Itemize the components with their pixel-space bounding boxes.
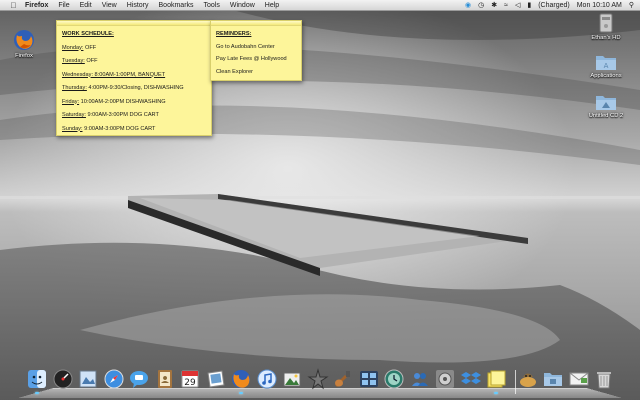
dock-item-iphoto[interactable] [281, 368, 303, 390]
dock-item-photo[interactable] [205, 368, 227, 390]
imovie-icon [306, 368, 329, 390]
desktop-icon-label: Firefox [15, 53, 33, 59]
sticky-note-work-schedule[interactable]: WORK SCHEDULE: Monday: OFF Tuesday: OFF … [56, 20, 212, 136]
firefox-icon [14, 30, 34, 50]
desktop-icon-hard-drive[interactable]: Ethan's HD [586, 12, 626, 41]
reminder-item: Go to Audobahn Center [216, 43, 275, 50]
dock-item-time-machine[interactable] [383, 368, 405, 390]
dock-item-preview[interactable] [77, 368, 99, 390]
documents-folder-icon [544, 373, 562, 386]
menu-bar:  Firefox File Edit View History Bookmar… [0, 0, 640, 11]
dock-item-ical[interactable]: 29 [179, 368, 201, 390]
menu-window[interactable]: Window [230, 0, 255, 11]
mail-folder-icon [569, 372, 588, 386]
menu-view[interactable]: View [102, 0, 117, 11]
desktop-icon-label: Untitled CD 2 [588, 113, 624, 119]
address-book-icon [157, 370, 172, 388]
desktop-icon-applications[interactable]: A Applications [586, 52, 626, 79]
dock-item-spaces[interactable] [358, 368, 380, 390]
hard-drive-icon [599, 13, 613, 33]
firefox-icon [232, 370, 250, 388]
ical-icon: 29 [181, 370, 199, 388]
apple-icon[interactable]:  [8, 0, 19, 11]
bluetooth-status-icon[interactable]: ✱ [491, 0, 497, 11]
battery-status-icon[interactable]: ▮ [527, 0, 531, 11]
dock-item-garageband[interactable] [332, 368, 354, 390]
folder-icon: A [596, 56, 616, 70]
dock: 29 [24, 368, 620, 396]
dock-item-trash[interactable] [593, 368, 615, 390]
desktop-icon-cd[interactable]: Untitled CD 2 [586, 92, 626, 119]
dock-item-downloads-stack[interactable] [517, 368, 539, 390]
running-indicator [35, 392, 39, 394]
schedule-row-sunday: Sunday: 9:00AM-3:00PM DOG CART [62, 125, 156, 132]
volume-status-icon[interactable]: ◁ [515, 0, 520, 11]
svg-text:A: A [604, 62, 609, 70]
menu-app-firefox[interactable]: Firefox [25, 0, 48, 11]
system-preferences-icon [436, 370, 454, 388]
time-machine-status-icon[interactable]: ◷ [478, 0, 484, 11]
downloads-stack-icon [519, 373, 536, 387]
svg-text:29: 29 [184, 378, 196, 388]
desktop-icon-firefox[interactable]: Firefox [4, 28, 44, 59]
reminder-item: Pay Late Fees @ Hollywood [216, 56, 287, 62]
time-machine-icon [384, 369, 404, 389]
menu-tools[interactable]: Tools [204, 0, 220, 11]
dock-item-ichat[interactable] [128, 368, 150, 390]
running-indicator [494, 392, 498, 394]
preview-icon [79, 370, 97, 388]
desktop-icon-label: Applications [590, 73, 622, 79]
photo-icon [207, 370, 224, 388]
dock-item-system-preferences[interactable] [434, 368, 456, 390]
garageband-icon [334, 371, 350, 388]
dock-item-safari[interactable] [103, 368, 125, 390]
spaces-icon [359, 371, 378, 387]
dock-item-address-book[interactable] [154, 368, 176, 390]
schedule-row-friday: Friday: 10:00AM-2:00PM DISHWASHING [62, 98, 166, 105]
folder-icon [596, 96, 616, 110]
itunes-icon [257, 369, 276, 389]
schedule-row-monday: Monday: OFF [62, 44, 97, 51]
menu-help[interactable]: Help [265, 0, 279, 11]
dock-item-users[interactable] [409, 368, 431, 390]
dashboard-icon [53, 369, 72, 389]
dock-item-stickies[interactable] [485, 368, 507, 394]
dock-item-finder[interactable] [26, 368, 48, 394]
menu-edit[interactable]: Edit [80, 0, 92, 11]
dock-item-firefox[interactable] [230, 368, 252, 394]
sticky-note-reminders[interactable]: REMINDERS: Go to Audobahn Center Pay Lat… [210, 20, 302, 81]
dock-item-dashboard[interactable] [52, 368, 74, 390]
work-schedule-heading: WORK SCHEDULE: [62, 31, 114, 37]
users-icon [411, 373, 428, 386]
dropbox-icon [460, 372, 481, 384]
schedule-row-thursday: Thursday: 4:00PM-9:30/Closing, DISHWASHI… [62, 85, 184, 91]
menu-history[interactable]: History [127, 0, 149, 11]
menu-file[interactable]: File [58, 0, 69, 11]
desktop-icon-label: Ethan's HD [591, 35, 621, 41]
dock-item-mail-folder[interactable] [568, 368, 590, 390]
stickies-icon [487, 370, 506, 388]
battery-status-text[interactable]: (Charged) [538, 0, 570, 11]
iphoto-icon [283, 372, 301, 387]
dock-item-itunes[interactable] [256, 368, 278, 390]
status-menus: ◉ ◷ ✱ ≈ ◁ ▮ (Charged) Mon 10:10 AM ⚲ [458, 0, 634, 11]
dock-item-imovie[interactable] [306, 368, 329, 390]
reminders-heading: REMINDERS: [216, 31, 252, 37]
running-indicator [239, 392, 243, 394]
schedule-row-saturday: Saturday: 9:00AM-3:00PM DOG CART [62, 112, 159, 118]
spotlight-icon[interactable]: ⚲ [629, 0, 634, 11]
wifi-status-icon[interactable]: ≈ [504, 0, 508, 11]
schedule-row-wednesday: Wednesday: 8:00AM-1:00PM, BANQUET [62, 71, 166, 78]
skype-status-icon[interactable]: ◉ [465, 0, 471, 11]
reminder-item: Clean Explorer [216, 68, 253, 75]
menu-bookmarks[interactable]: Bookmarks [159, 0, 194, 11]
finder-icon [28, 370, 46, 388]
ichat-icon [130, 371, 148, 388]
schedule-row-tuesday: Tuesday: OFF [62, 58, 98, 64]
clock[interactable]: Mon 10:10 AM [577, 0, 622, 11]
trash-icon [597, 372, 611, 389]
safari-icon [104, 369, 123, 389]
dock-item-dropbox[interactable] [460, 368, 482, 390]
dock-item-documents-folder[interactable] [542, 368, 564, 390]
